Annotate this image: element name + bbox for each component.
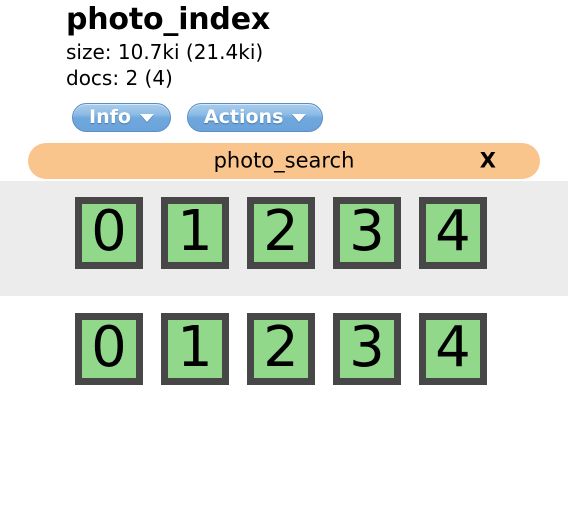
tile-digit: 3 — [349, 315, 385, 380]
tile-digit: 3 — [349, 199, 385, 264]
chevron-down-icon — [139, 113, 154, 122]
tile-digit: 0 — [91, 199, 127, 264]
search-tab-label: photo_search — [213, 148, 355, 173]
index-size-label: size: 10.7ki (21.4ki) — [66, 40, 264, 64]
tile-digit: 4 — [435, 199, 471, 264]
actions-button-label: Actions — [203, 106, 284, 128]
tile[interactable]: 0 — [75, 313, 143, 385]
toolbar: Info Actions — [72, 103, 324, 132]
tile[interactable]: 2 — [247, 313, 315, 385]
actions-button[interactable]: Actions — [186, 103, 324, 132]
tile-digit: 0 — [91, 315, 127, 380]
tile[interactable]: 3 — [333, 197, 401, 269]
tile[interactable]: 1 — [161, 197, 229, 269]
tile-digit: 4 — [435, 315, 471, 380]
chevron-down-icon — [292, 113, 307, 122]
info-button-label: Info — [89, 106, 131, 128]
search-tab[interactable]: photo_search X — [28, 143, 540, 179]
tile[interactable]: 3 — [333, 313, 401, 385]
tile[interactable]: 2 — [247, 197, 315, 269]
tile-band-plain: 0 1 2 3 4 — [0, 296, 568, 406]
page-title: photo_index — [66, 2, 271, 37]
tile[interactable]: 4 — [419, 313, 487, 385]
tile-digit: 1 — [177, 199, 213, 264]
tile-band-shaded: 0 1 2 3 4 — [0, 181, 568, 296]
tile-row: 0 1 2 3 4 — [75, 197, 487, 269]
tile[interactable]: 1 — [161, 313, 229, 385]
info-button[interactable]: Info — [72, 103, 171, 132]
close-icon[interactable]: X — [480, 150, 496, 172]
tile-digit: 1 — [177, 315, 213, 380]
tile-digit: 2 — [263, 199, 299, 264]
tile-digit: 2 — [263, 315, 299, 380]
tile-row: 0 1 2 3 4 — [75, 313, 487, 385]
index-docs-label: docs: 2 (4) — [66, 66, 173, 90]
tile[interactable]: 4 — [419, 197, 487, 269]
tile[interactable]: 0 — [75, 197, 143, 269]
